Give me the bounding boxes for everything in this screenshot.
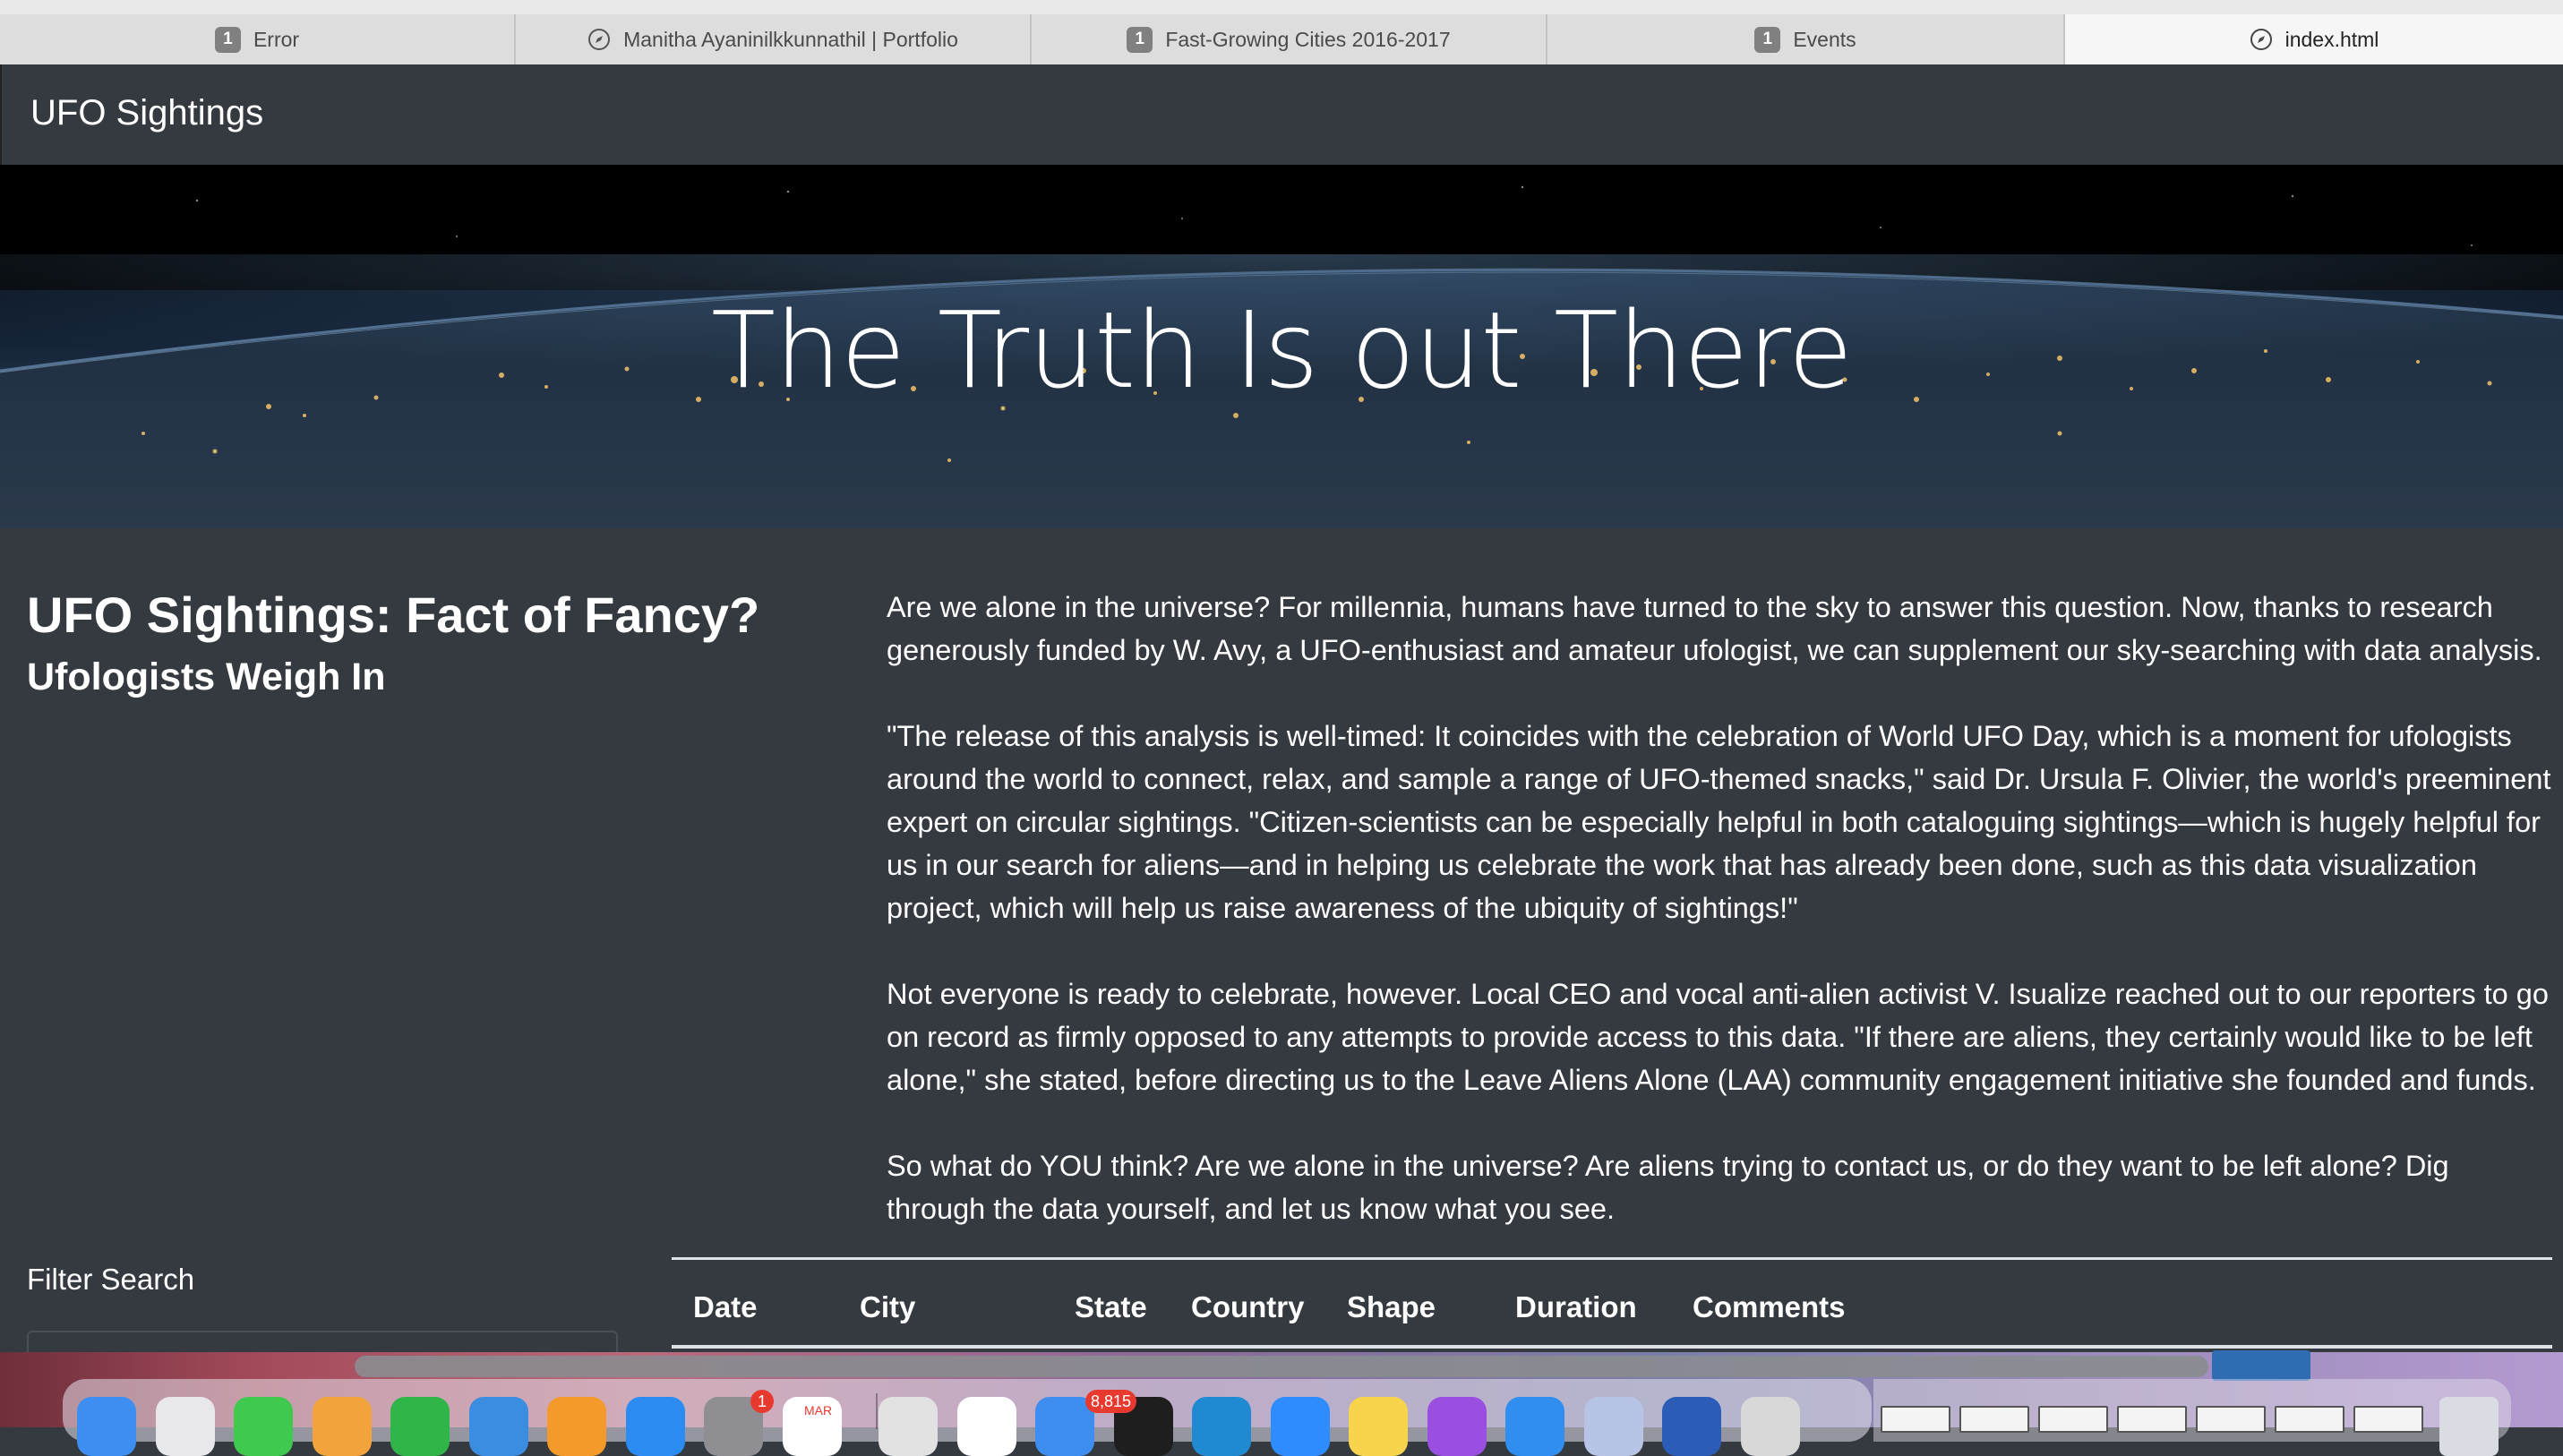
column-header-comments[interactable]: Comments xyxy=(1693,1290,1846,1324)
tab-label: Fast-Growing Cities 2016-2017 xyxy=(1165,27,1451,51)
tab-index-html[interactable]: index.html xyxy=(2065,14,2563,64)
photos-icon[interactable] xyxy=(313,1397,372,1456)
pages-icon[interactable] xyxy=(547,1397,606,1456)
column-header-date[interactable]: Date xyxy=(693,1290,758,1324)
numbers-icon[interactable] xyxy=(390,1397,450,1456)
article-paragraph: Are we alone in the universe? For millen… xyxy=(887,591,2542,666)
article-subtitle: Ufologists Weigh In xyxy=(27,655,386,698)
podcasts-icon[interactable] xyxy=(1427,1397,1487,1456)
table-header-row: Date City State Country Shape Duration C… xyxy=(672,1260,2552,1345)
app-store-icon[interactable] xyxy=(626,1397,685,1456)
ufo-table: Date City State Country Shape Duration C… xyxy=(672,1257,2552,1349)
dock-window-thumbnail[interactable] xyxy=(2196,1406,2266,1433)
dock-separator xyxy=(876,1393,878,1429)
article-title: UFO Sightings: Fact of Fancy? xyxy=(27,587,760,643)
tab-label: Manitha Ayaninilkkunnathil | Portfolio xyxy=(623,27,958,51)
column-header-state[interactable]: State xyxy=(1075,1290,1147,1324)
tab-portfolio[interactable]: Manitha Ayaninilkkunnathil | Portfolio xyxy=(516,14,1032,64)
word-icon[interactable] xyxy=(1662,1397,1721,1456)
tab-events[interactable]: 1 Events xyxy=(1547,14,2065,64)
slack-icon[interactable] xyxy=(957,1397,1016,1456)
zoom-icon[interactable] xyxy=(1271,1397,1330,1456)
column-header-shape[interactable]: Shape xyxy=(1347,1290,1436,1324)
tab-label: Events xyxy=(1793,27,1856,51)
preview-icon[interactable] xyxy=(1584,1397,1643,1456)
article-body: Are we alone in the universe? For millen… xyxy=(887,586,2552,1273)
hero-title: The Truth Is out There xyxy=(710,288,1853,412)
compass-icon xyxy=(2250,29,2272,50)
article-paragraph: "The release of this analysis is well-ti… xyxy=(887,720,2551,924)
calendar-month-label: MAR xyxy=(804,1403,833,1417)
dock-window-thumbnail[interactable] xyxy=(2275,1406,2344,1433)
safari-icon[interactable] xyxy=(1505,1397,1564,1456)
article-paragraph: Not everyone is ready to celebrate, howe… xyxy=(887,978,2549,1096)
navbar-brand[interactable]: UFO Sightings xyxy=(30,93,263,133)
dock-window-thumbnail[interactable] xyxy=(2353,1406,2423,1433)
notes-icon[interactable] xyxy=(1349,1397,1408,1456)
dock-window-thumbnail[interactable] xyxy=(1881,1406,1950,1433)
article-paragraph: So what do YOU think? Are we alone in th… xyxy=(887,1150,2449,1225)
tab-label: Error xyxy=(253,27,300,51)
badge-icon: 1 xyxy=(1127,26,1153,53)
navbar: UFO Sightings xyxy=(0,64,2563,165)
dock-window-thumbnail[interactable] xyxy=(2117,1406,2187,1433)
column-header-duration[interactable]: Duration xyxy=(1515,1290,1637,1324)
finder-icon[interactable] xyxy=(77,1397,136,1456)
column-header-country[interactable]: Country xyxy=(1191,1290,1305,1324)
system-preferences-badge: 1 xyxy=(750,1390,774,1413)
messages-icon[interactable] xyxy=(234,1397,293,1456)
browser-tab-bar: 1 Error Manitha Ayaninilkkunnathil | Por… xyxy=(0,0,2563,64)
badge-icon: 1 xyxy=(214,26,241,53)
column-header-city[interactable]: City xyxy=(860,1290,915,1324)
chrome-icon[interactable] xyxy=(879,1397,938,1456)
launchpad-icon[interactable] xyxy=(156,1397,215,1456)
badge-icon: 1 xyxy=(1754,26,1781,53)
tab-error[interactable]: 1 Error xyxy=(0,14,516,64)
trash-icon[interactable] xyxy=(2439,1397,2499,1456)
dock-window-thumbnail[interactable] xyxy=(2038,1406,2108,1433)
dock-window-thumbnail[interactable] xyxy=(1959,1406,2029,1433)
horizontal-scrollbar[interactable] xyxy=(355,1356,2208,1377)
tab-label: index.html xyxy=(2284,27,2379,51)
keynote-icon[interactable] xyxy=(469,1397,528,1456)
tab-fast-growing-cities[interactable]: 1 Fast-Growing Cities 2016-2017 xyxy=(1032,14,1547,64)
scrollbar-accent xyxy=(2212,1350,2310,1381)
compass-icon xyxy=(588,29,611,50)
hero-banner: The Truth Is out There xyxy=(0,165,2563,528)
vscode-icon[interactable] xyxy=(1192,1397,1251,1456)
tools-icon[interactable] xyxy=(1741,1397,1800,1456)
filter-search-heading: Filter Search xyxy=(27,1263,195,1296)
mail-badge: 8,815 xyxy=(1085,1390,1137,1413)
